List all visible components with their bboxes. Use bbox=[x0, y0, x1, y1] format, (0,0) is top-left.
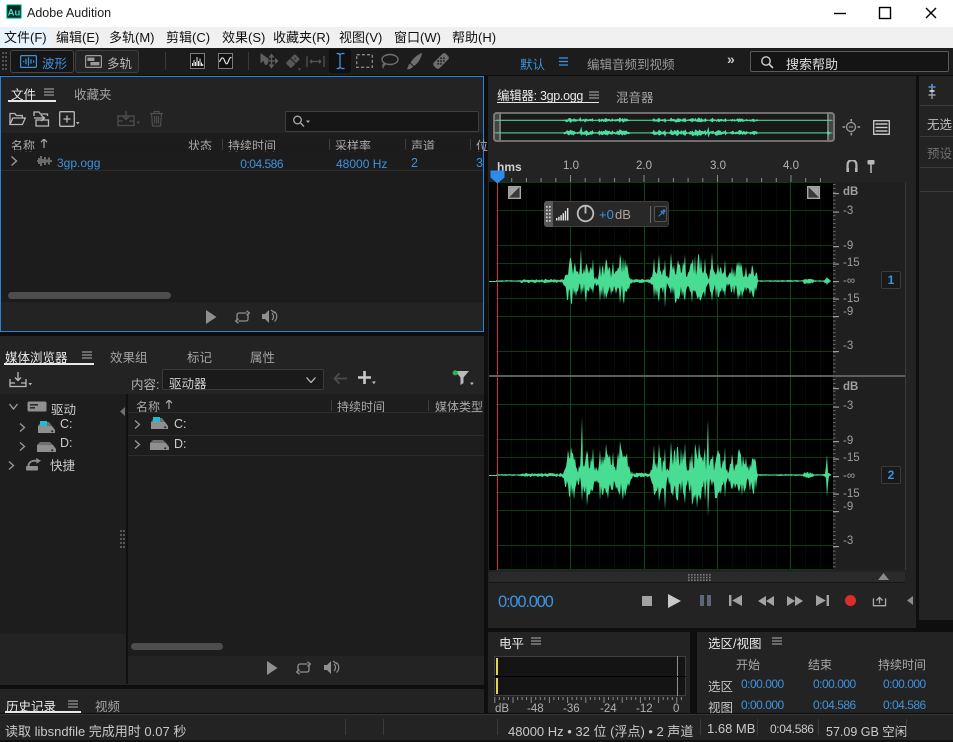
svg-text:Au: Au bbox=[8, 8, 21, 19]
